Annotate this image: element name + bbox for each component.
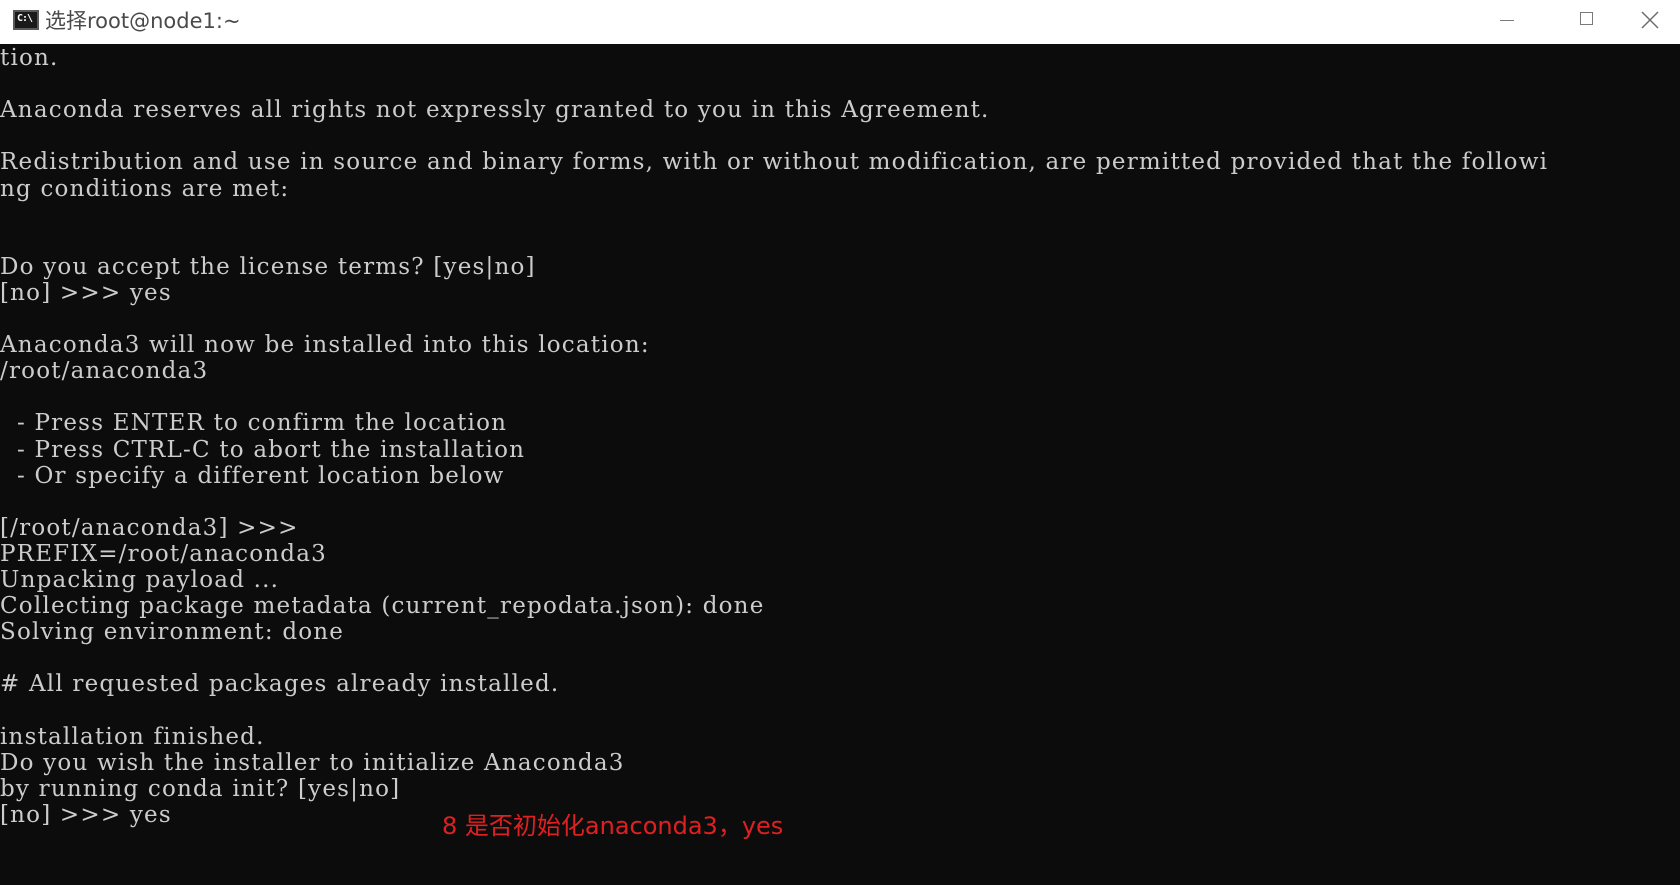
terminal-line: Anaconda3 will now be installed into thi… xyxy=(0,332,650,359)
close-button[interactable] xyxy=(1628,0,1680,44)
terminal-line: [/root/anaconda3] >>> xyxy=(0,514,299,541)
maximize-button[interactable] xyxy=(1548,0,1628,44)
terminal-line: - Press ENTER to confirm the location xyxy=(0,410,508,437)
window-title: 选择root@node1:~ xyxy=(45,9,241,33)
title-bar[interactable]: C:\ 选择root@node1:~ xyxy=(0,0,1680,44)
terminal-line: Do you accept the license terms? [yes|no… xyxy=(0,253,536,280)
minimize-icon xyxy=(1500,20,1514,21)
terminal-line: # All requested packages already install… xyxy=(0,671,560,698)
terminal-line: Collecting package metadata (current_rep… xyxy=(0,593,765,620)
terminal-line: Unpacking payload ... xyxy=(0,567,280,593)
terminal-line: Redistribution and use in source and bin… xyxy=(0,149,1549,176)
terminal-line: PREFIX=/root/anaconda3 xyxy=(0,540,327,567)
maximize-icon xyxy=(1580,12,1593,25)
close-icon xyxy=(1641,11,1659,29)
terminal-line: [no] >>> yes xyxy=(0,801,172,828)
terminal-output[interactable]: tion. Anaconda reserves all rights not ex… xyxy=(0,44,1680,885)
terminal-line: Anaconda reserves all rights not express… xyxy=(0,97,990,124)
terminal-line: Solving environment: done xyxy=(0,619,345,646)
terminal-line: [no] >>> yes xyxy=(0,279,172,306)
minimize-button[interactable] xyxy=(1468,0,1548,44)
terminal-line: by running conda init? [yes|no] xyxy=(0,775,401,802)
console-icon: C:\ xyxy=(13,10,39,30)
terminal-line: ng conditions are met: xyxy=(0,175,290,202)
terminal-line: tion. xyxy=(0,45,59,71)
annotation-label: 8 是否初始化anaconda3，yes xyxy=(442,812,784,840)
terminal-line: installation finished. xyxy=(0,723,265,750)
terminal-window: C:\ 选择root@node1:~ tion. Anaconda reserve… xyxy=(0,0,1680,885)
terminal-line: - Press CTRL-C to abort the installation xyxy=(0,436,526,463)
terminal-line: - Or specify a different location below xyxy=(0,462,505,489)
terminal-line: Do you wish the installer to initialize … xyxy=(0,749,625,776)
terminal-line: /root/anaconda3 xyxy=(0,358,209,385)
